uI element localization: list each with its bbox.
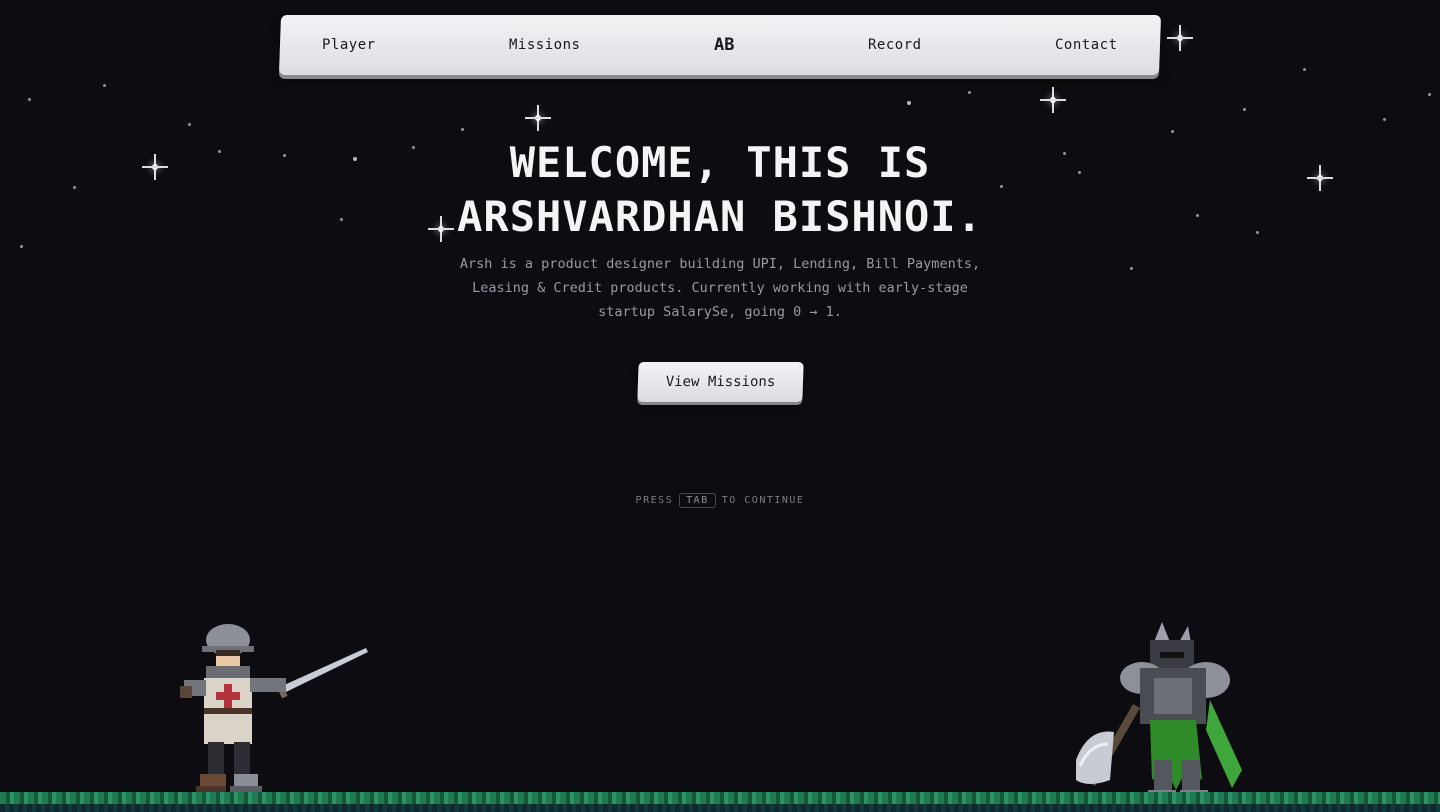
continue-hint: PRESS TAB TO CONTINUE: [0, 493, 1440, 508]
hero-title: WELCOME, THIS IS ARSHVARDHAN BISHNOI.: [0, 136, 1440, 244]
logo-home-link[interactable]: AB: [714, 35, 734, 55]
nav-link-contact[interactable]: Contact: [1055, 37, 1118, 53]
top-navigation: Player Missions AB Record Contact: [278, 15, 1162, 75]
grass-ground-strip: [0, 792, 1440, 812]
knight-player-sprite: [180, 624, 368, 798]
nav-link-missions[interactable]: Missions: [509, 37, 580, 53]
nav-link-record[interactable]: Record: [868, 37, 922, 53]
continue-hint-suffix: TO CONTINUE: [721, 495, 805, 506]
view-missions-button[interactable]: View Missions: [637, 362, 804, 402]
nav-link-player[interactable]: Player: [322, 37, 376, 53]
hero-title-line-2: ARSHVARDHAN BISHNOI.: [457, 192, 983, 241]
hero-title-line-1: WELCOME, THIS IS: [509, 138, 931, 187]
tab-key-badge: TAB: [679, 493, 716, 508]
hero-description: Arsh is a product designer building UPI,…: [459, 256, 981, 320]
continue-hint-prefix: PRESS: [635, 495, 674, 506]
dark-knight-enemy-sprite: [1076, 622, 1242, 802]
